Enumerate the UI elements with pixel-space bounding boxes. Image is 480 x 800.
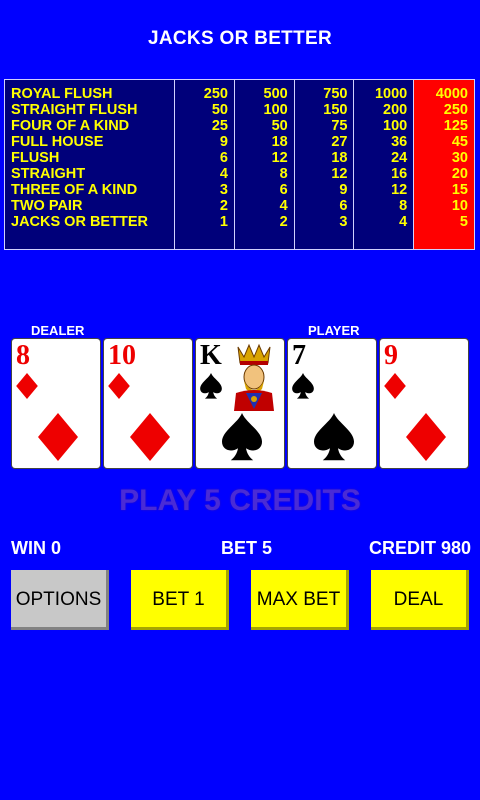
paytable-payout: 36: [391, 134, 408, 150]
king-portrait-icon: [232, 343, 276, 411]
paytable-payout: 45: [451, 134, 468, 150]
paytable-hand-name: FOUR OF A KIND: [11, 118, 130, 134]
spades-suit-large-icon: [313, 413, 355, 461]
paytable-payout: 125: [443, 118, 468, 134]
bet-one-button[interactable]: BET 1: [131, 570, 229, 630]
paytable-payout: 12: [331, 166, 348, 182]
paytable-column-2: 500 100 50 18 12 8 6 4 2: [235, 80, 295, 249]
diamonds-suit-icon: [16, 373, 38, 399]
paytable: ROYAL FLUSH STRAIGHT FLUSH FOUR OF A KIND F…: [4, 79, 475, 250]
card-1[interactable]: 8: [11, 338, 101, 469]
player-label: PLAYER: [308, 323, 360, 338]
paytable-payout: 500: [263, 86, 288, 102]
diamonds-suit-large-icon: [405, 413, 447, 461]
play-credits-message: PLAY 5 CREDITS: [119, 484, 361, 517]
paytable-payout: 24: [391, 150, 408, 166]
paytable-payout: 9: [339, 182, 348, 198]
spades-suit-icon: [200, 373, 222, 399]
paytable-hand-name: FULL HOUSE: [11, 134, 104, 150]
paytable-payout: 30: [451, 150, 468, 166]
paytable-payout: 5: [459, 214, 468, 230]
paytable-payout: 18: [331, 150, 348, 166]
paytable-payout: 20: [451, 166, 468, 182]
diamonds-suit-large-icon: [37, 413, 79, 461]
paytable-payout: 16: [391, 166, 408, 182]
paytable-payout: 6: [219, 150, 228, 166]
paytable-hands-column: ROYAL FLUSH STRAIGHT FLUSH FOUR OF A KIND F…: [5, 80, 176, 249]
paytable-payout: 200: [383, 102, 408, 118]
paytable-hand-name: FLUSH: [11, 150, 60, 166]
spades-suit-large-icon: [221, 413, 263, 461]
paytable-column-4: 1000 200 100 36 24 16 12 8 4: [354, 80, 415, 249]
card-rank: K: [200, 340, 222, 371]
card-2[interactable]: 10: [103, 338, 193, 469]
paytable-payout: 100: [263, 102, 288, 118]
paytable-payout: 2: [279, 214, 288, 230]
paytable-payout: 15: [451, 182, 468, 198]
paytable-payout: 3: [219, 182, 228, 198]
paytable-payout: 2: [219, 198, 228, 214]
paytable-payout: 3: [339, 214, 348, 230]
paytable-payout: 150: [323, 102, 348, 118]
paytable-payout: 12: [271, 150, 288, 166]
paytable-payout: 4000: [435, 86, 468, 102]
paytable-payout: 8: [399, 198, 408, 214]
paytable-payout: 4: [219, 166, 228, 182]
card-rank: 10: [108, 340, 136, 371]
paytable-payout: 6: [339, 198, 348, 214]
paytable-payout: 250: [443, 102, 468, 118]
credit-display: CREDIT 980: [368, 538, 471, 558]
paytable-payout: 12: [391, 182, 408, 198]
paytable-hand-name: STRAIGHT: [11, 166, 86, 182]
paytable-payout: 27: [331, 134, 348, 150]
card-5[interactable]: 9: [379, 338, 469, 469]
card-4[interactable]: 7: [287, 338, 377, 469]
paytable-column-1: 250 50 25 9 6 4 3 2 1: [175, 80, 235, 249]
paytable-payout: 18: [271, 134, 288, 150]
paytable-payout: 750: [323, 86, 348, 102]
card-rank: 9: [384, 340, 398, 371]
diamonds-suit-large-icon: [129, 413, 171, 461]
paytable-payout: 4: [279, 198, 288, 214]
paytable-hand-name: THREE OF A KIND: [11, 182, 138, 198]
paytable-payout: 1: [219, 214, 228, 230]
options-button[interactable]: OPTIONS: [11, 570, 109, 630]
paytable-column-3: 750 150 75 27 18 12 9 6 3: [295, 80, 355, 249]
paytable-payout: 50: [211, 102, 228, 118]
paytable-payout: 4: [399, 214, 408, 230]
spades-suit-icon: [292, 373, 314, 399]
bet-display: BET 5: [221, 538, 273, 558]
paytable-payout: 10: [451, 198, 468, 214]
paytable-hand-name: STRAIGHT FLUSH: [11, 102, 138, 118]
paytable-hand-name: JACKS OR BETTER: [11, 214, 148, 230]
paytable-payout: 50: [271, 118, 288, 134]
card-rank: 7: [292, 340, 306, 371]
paytable-payout: 100: [383, 118, 408, 134]
paytable-payout: 6: [279, 182, 288, 198]
paytable-hand-name: ROYAL FLUSH: [11, 86, 113, 102]
paytable-payout: 75: [331, 118, 348, 134]
max-bet-button[interactable]: MAX BET: [251, 570, 349, 630]
paytable-payout: 8: [279, 166, 288, 182]
diamonds-suit-icon: [384, 373, 406, 399]
card-3[interactable]: K: [195, 338, 285, 469]
game-title: JACKS OR BETTER: [148, 28, 332, 49]
paytable-column-5-highlighted: 4000 250 125 45 30 20 15 10 5: [414, 80, 474, 249]
paytable-payout: 25: [211, 118, 228, 134]
paytable-payout: 1000: [374, 86, 408, 102]
card-row: 8 10 K 7 9: [11, 338, 471, 469]
dealer-label: DEALER: [31, 323, 85, 338]
paytable-payout: 250: [203, 86, 228, 102]
deal-button[interactable]: DEAL: [371, 570, 469, 630]
paytable-hand-name: TWO PAIR: [11, 198, 83, 214]
paytable-payout: 9: [219, 134, 228, 150]
diamonds-suit-icon: [108, 373, 130, 399]
win-display: WIN 0: [11, 538, 62, 558]
card-rank: 8: [16, 340, 30, 371]
